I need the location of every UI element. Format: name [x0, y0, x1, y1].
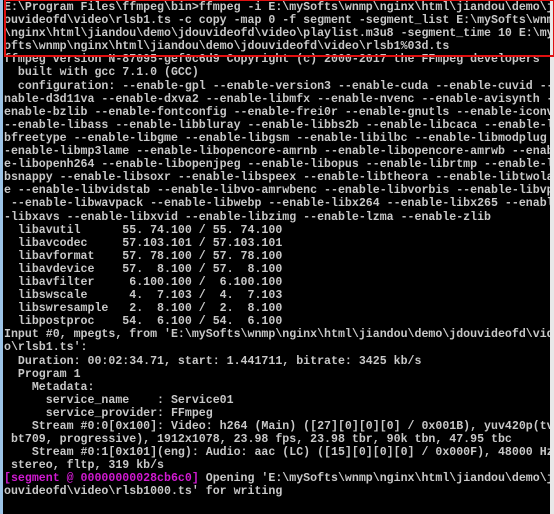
scrollbar[interactable]: [550, 0, 554, 514]
output-line: bsnappy --enable-libsoxr --enable-libspe…: [4, 171, 550, 185]
output-line: libpostproc 54. 6.100 / 54. 6.100: [4, 315, 283, 329]
segment-line: [segment @ 00000000028cb6c0] Opening 'E:…: [4, 472, 550, 485]
output-line: Input #0, mpegts, from 'E:\mySofts\wnmp\…: [4, 328, 550, 342]
output-line: Metadata:: [4, 380, 95, 394]
output-line: Program 1: [4, 367, 81, 381]
output-line: Stream #0:1[0x101](eng): Audio: aac (LC)…: [4, 446, 550, 460]
output-line: service_name : Service01: [4, 393, 234, 407]
window-border: [0, 0, 3, 514]
output-line: Stream #0:0[0x100]: Video: h264 (Main) (…: [4, 420, 550, 433]
output-line: bfreetype --enable-libgme --enable-libgs…: [4, 131, 550, 145]
output-line: enable-bzlib --enable-fontconfig --enabl…: [4, 105, 550, 119]
output-line: libavutil 55. 74.100 / 55. 74.100: [4, 223, 283, 237]
output-line: configuration: --enable-gpl --enable-ver…: [4, 79, 550, 93]
output-line: Duration: 00:02:34.71, start: 1.441711, …: [4, 354, 422, 368]
command-line: ofts\wnmp\nginx\html\jiandou\demo\jdouvi…: [4, 40, 450, 54]
output-line: stereo, fltp, 319 kb/s: [4, 459, 165, 473]
output-line: e-libopenh264 --enable-libopenjpeg --ena…: [4, 158, 550, 172]
output-line: built with gcc 7.1.0 (GCC): [4, 66, 199, 80]
segment-tag: [segment @ 00000000028cb6c0]: [4, 472, 199, 486]
output-line: --enable-libwavpack --enable-libwebp --e…: [4, 197, 550, 211]
console-output: E:\Program Files\ffmpeg\bin>ffmpeg -i E:…: [4, 0, 554, 499]
output-line: ffmpeg version N-87095-gef0c6d9 Copyrigh…: [4, 53, 540, 67]
output-line: libswscale 4. 7.103 / 4. 7.103: [4, 289, 283, 303]
output-line: bt709, progressive), 1912x1078, 23.98 fp…: [4, 433, 512, 447]
command-line: E:\Program Files\ffmpeg\bin>ffmpeg -i E:…: [4, 1, 550, 14]
output-line: o\rlsb1.ts':: [4, 341, 88, 355]
output-line: libavdevice 57. 8.100 / 57. 8.100: [4, 262, 283, 276]
output-line: service_provider: FFmpeg: [4, 406, 213, 420]
output-line: e --enable-libvidstab --enable-libvo-amr…: [4, 184, 550, 198]
output-line: libavcodec 57.103.101 / 57.103.101: [4, 236, 283, 250]
output-line: nable-d3d11va --enable-dxva2 --enable-li…: [4, 92, 550, 106]
output-line: -libxavs --enable-libxvid --enable-libzi…: [4, 210, 492, 224]
command-line: ouvideofd\video\rlsb1.ts -c copy -map 0 …: [4, 14, 550, 28]
command-line: \nginx\html\jiandou\demo\jdouvideofd\vid…: [4, 27, 550, 41]
output-line: --enable-libass --enable-libbluray --ena…: [4, 118, 550, 132]
output-line: libavformat 57. 78.100 / 57. 78.100: [4, 249, 283, 263]
output-line: -enable-libmp3lame --enable-libopencore-…: [4, 145, 550, 159]
output-line: libavfilter 6.100.100 / 6.100.100: [4, 275, 283, 289]
output-line: libswresample 2. 8.100 / 2. 8.100: [4, 302, 283, 316]
segment-message: Opening 'E:\mySofts\wnmp\nginx\html\jian…: [198, 472, 550, 486]
segment-line-cont: ouvideofd\video\rlsb1000.ts' for writing: [4, 485, 283, 499]
